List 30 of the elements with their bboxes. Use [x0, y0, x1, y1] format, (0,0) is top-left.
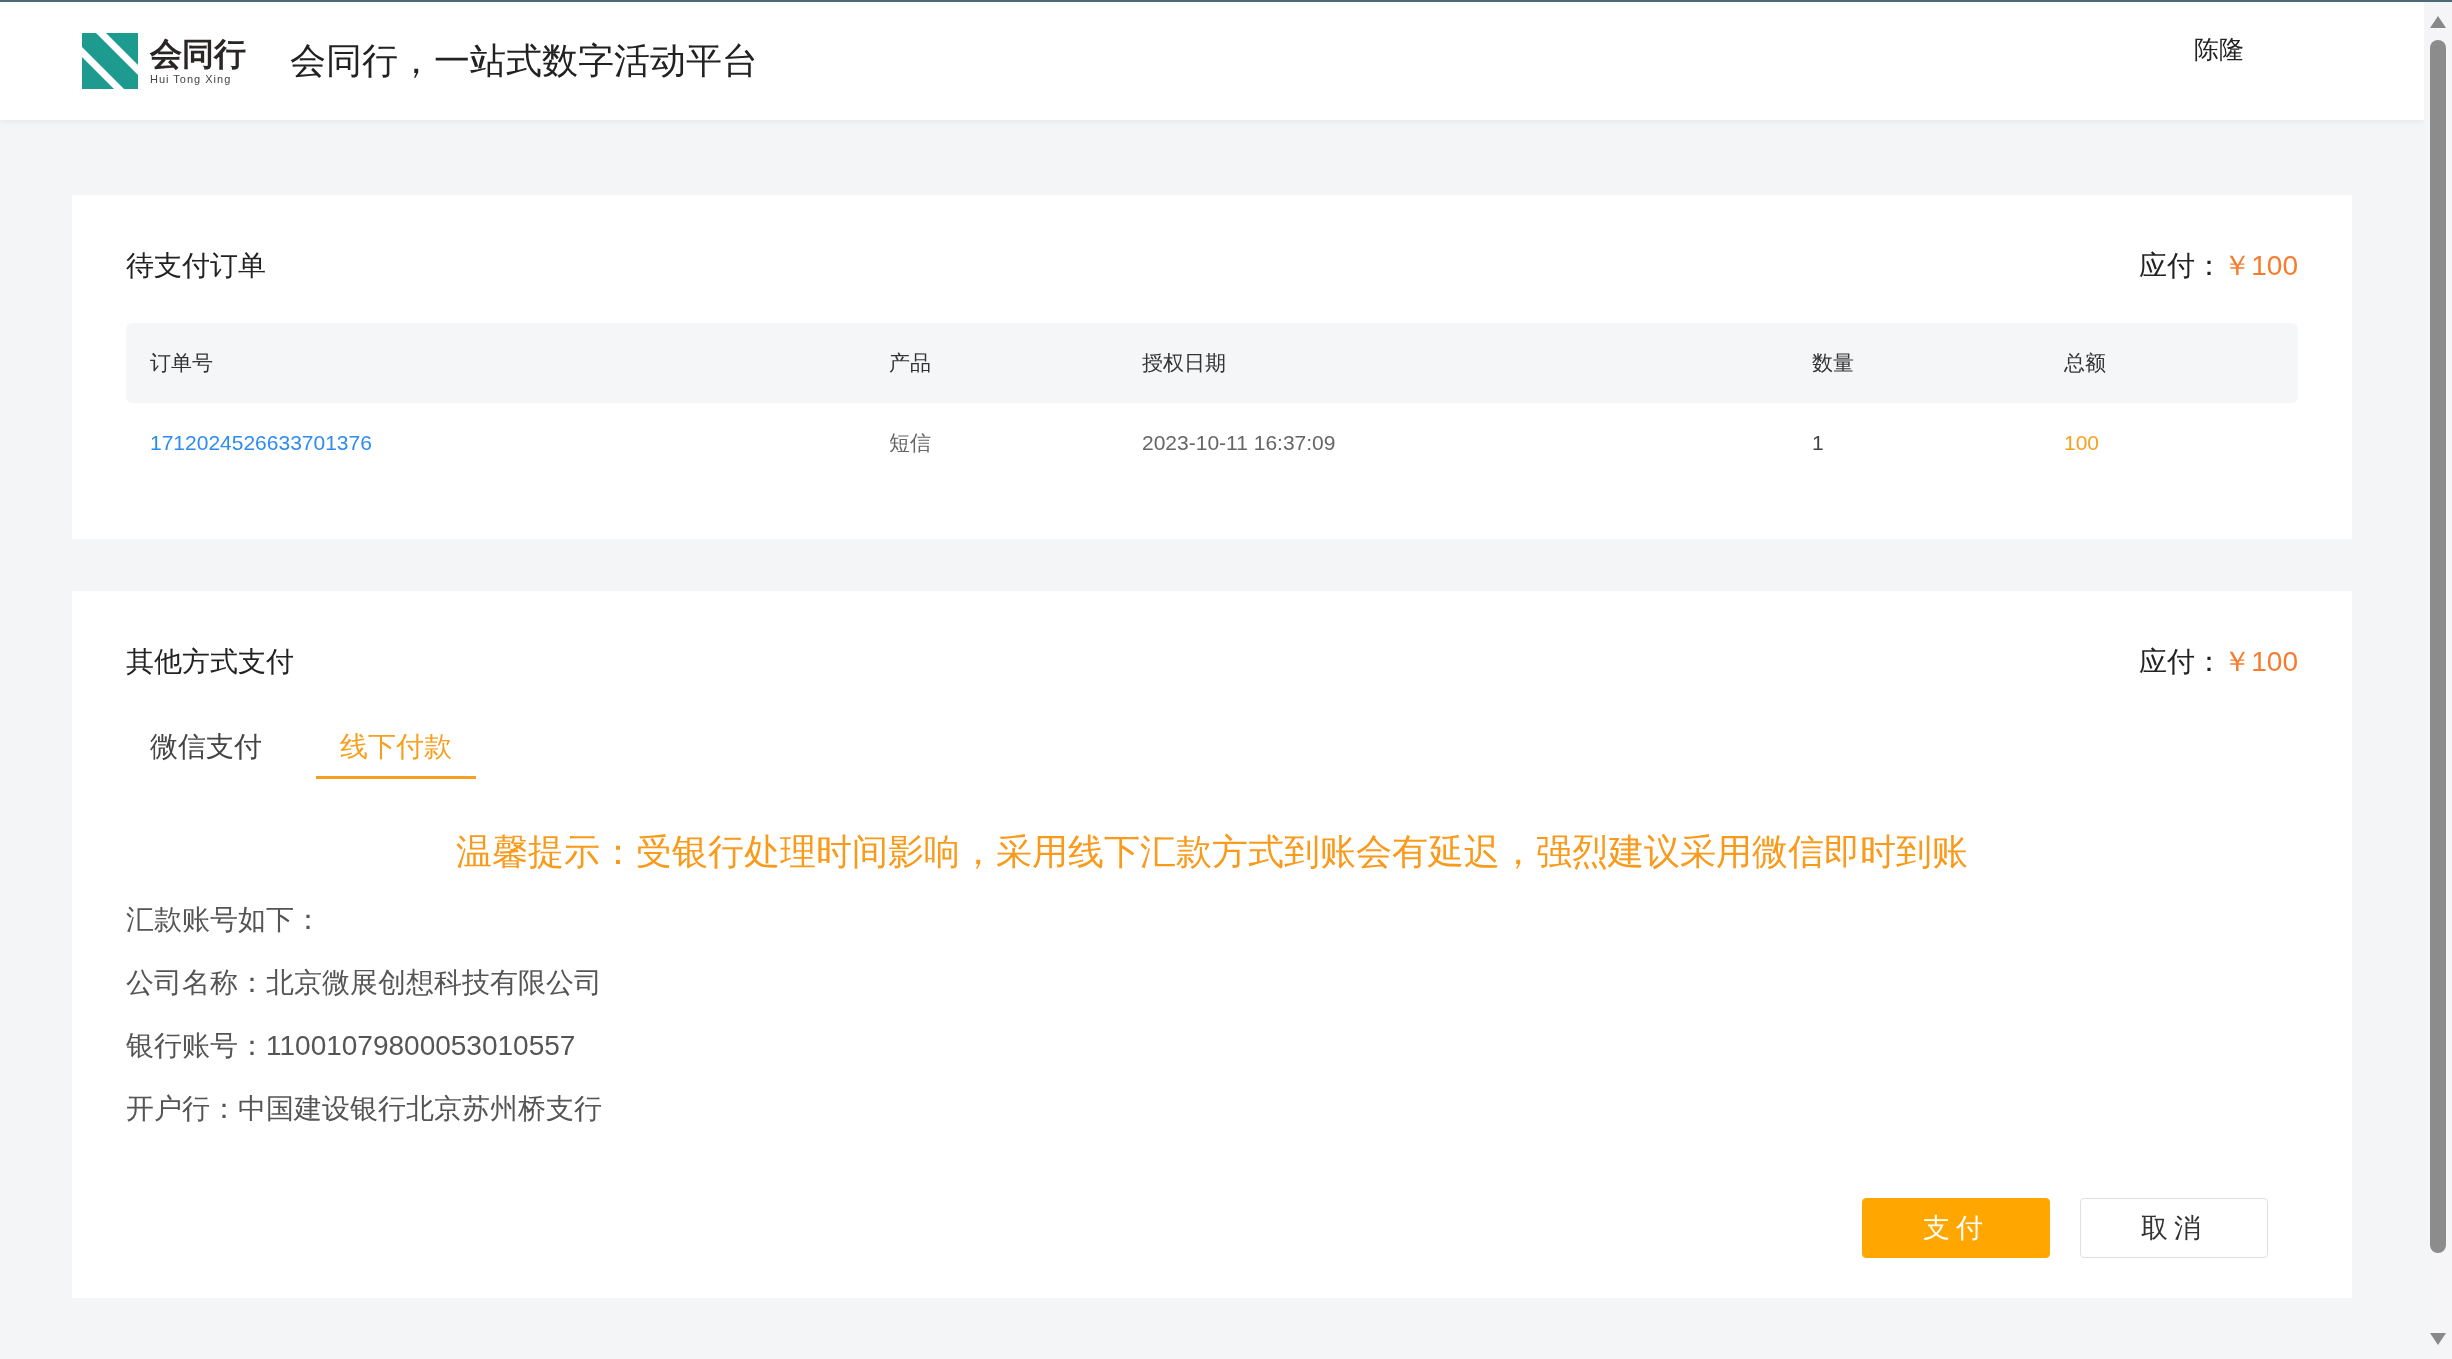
account-info-line: 银行账号：11001079800053010557 — [126, 1029, 577, 1063]
cancel-button[interactable]: 取消 — [2080, 1198, 2268, 1258]
table-cell: 2023-10-11 16:37:09 — [1142, 431, 1336, 455]
logo-text: 会同行 — [150, 37, 246, 70]
column-header: 总额 — [2064, 350, 2107, 377]
payment-tab[interactable]: 微信支付 — [126, 717, 286, 779]
scroll-up-icon[interactable] — [2430, 16, 2446, 28]
table-cell: 100 — [2064, 431, 2100, 455]
notice-text: 温馨提示：受银行处理时间影响，采用线下汇款方式到账会有延迟，强烈建议采用微信即时到账 — [456, 830, 1968, 874]
section-title: 待支付订单 — [126, 249, 266, 283]
column-header: 产品 — [889, 350, 932, 377]
account-info-line: 公司名称：北京微展创想科技有限公司 — [126, 966, 603, 1000]
logo-subtext: Hui Tong Xing — [150, 73, 233, 85]
user-name[interactable]: 陈隆 — [2194, 31, 2244, 69]
account-info-line: 汇款账号如下： — [126, 903, 323, 937]
account-info-line: 开户行：中国建设银行北京苏州桥支行 — [126, 1092, 603, 1126]
scroll-down-icon[interactable] — [2430, 1333, 2446, 1345]
table-cell: 短信 — [889, 431, 931, 455]
column-header: 数量 — [1812, 350, 1855, 377]
scrollbar-thumb[interactable] — [2430, 40, 2446, 1253]
section-title: 其他方式支付 — [126, 645, 294, 679]
column-header: 授权日期 — [1142, 350, 1227, 377]
due-amount: ￥100 — [2223, 249, 2298, 283]
logo-icon — [82, 33, 138, 89]
table-cell: 1 — [1812, 431, 1824, 455]
due-label: 应付： — [2139, 645, 2224, 679]
column-header: 订单号 — [150, 350, 214, 377]
due-amount: ￥100 — [2223, 645, 2298, 679]
due-label: 应付： — [2139, 249, 2224, 283]
site-title: 会同行，一站式数字活动平台 — [290, 39, 758, 83]
